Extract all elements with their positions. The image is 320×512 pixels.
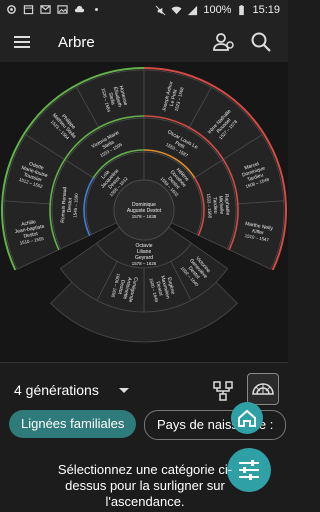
fan-view-icon [252,383,274,395]
fan-view-button[interactable] [247,373,279,405]
tree-view-icon[interactable] [212,380,234,402]
hint-message: Sélectionnez une catégorie ci-dessus pou… [57,462,233,509]
gmail-icon [40,5,51,14]
root-person-years: 1578 – 1638 [132,214,157,219]
settings-icon [7,5,16,14]
cloud-icon [74,5,85,13]
manage-people-icon[interactable] [213,32,235,52]
battery-level: 100% [203,4,232,16]
calendar-icon [23,5,34,15]
photo-icon [57,5,68,14]
chip-family-lines[interactable]: Lignées familiales [9,410,137,438]
fan-chart[interactable]: Achille Jean-baptiste Destot 1510 – 1555 Ode… [0,62,288,362]
chevron-down-icon [118,387,129,393]
more-dots-icon [95,8,98,11]
signal-icon [188,5,198,15]
chip-birth-country[interactable]: Pays de naissance : [144,410,287,440]
search-icon[interactable] [250,31,272,53]
wifi-icon [171,6,182,14]
home-button[interactable] [231,402,263,434]
divider [0,362,288,363]
page-title: Arbre [58,34,95,51]
spouse-years: 1578 – 1626 [132,261,157,266]
home-icon [238,409,256,427]
status-notifications [6,4,102,15]
status-bar: 100% 15:19 [0,0,288,22]
generations-label: 4 générations [14,382,99,398]
menu-icon[interactable] [14,35,30,49]
clock: 15:19 [252,4,280,16]
app-bar: Arbre [0,22,288,62]
battery-icon [239,4,245,15]
fan-chart-canvas: AchilleJean-baptisteDestot1510 – 1555Ode… [1,67,287,343]
generations-dropdown[interactable]: 4 générations [14,382,129,398]
mute-icon [155,5,166,15]
status-system: 100% 15:19 [155,4,280,16]
